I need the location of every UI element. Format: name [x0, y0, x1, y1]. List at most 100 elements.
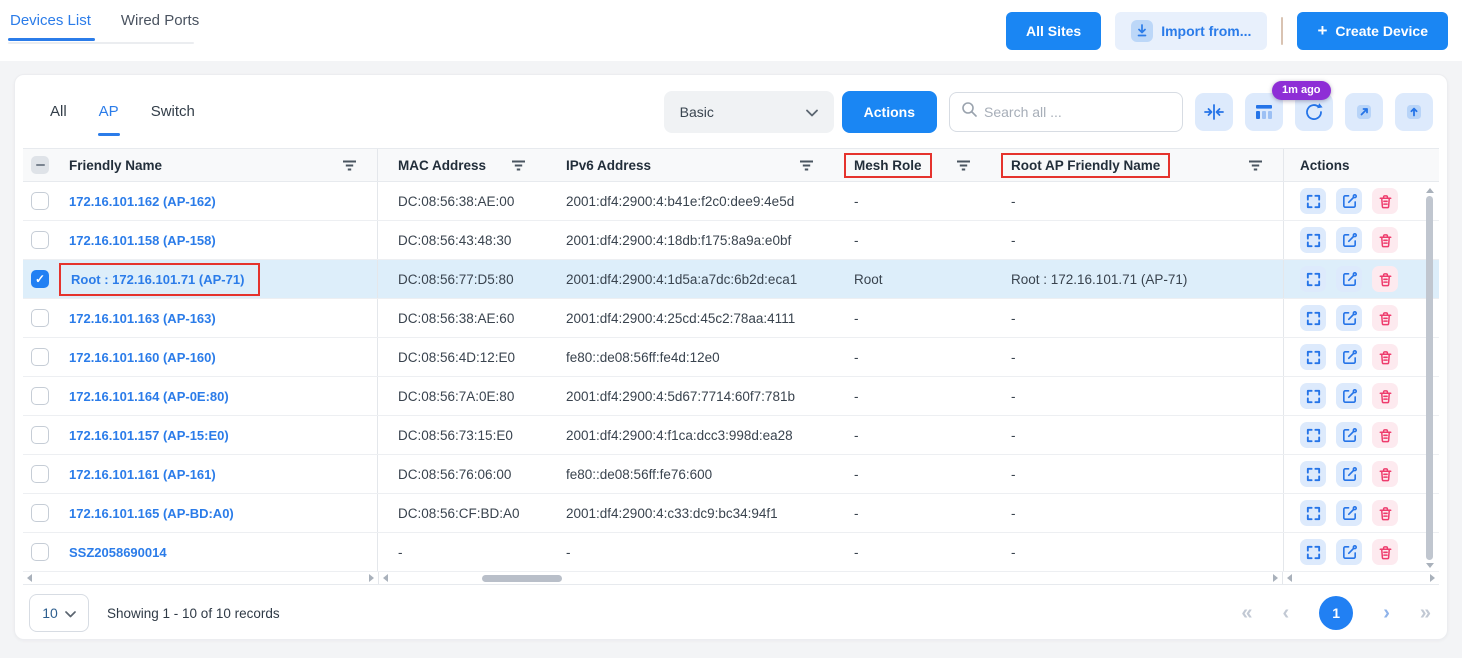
- delete-icon[interactable]: [1372, 227, 1398, 253]
- edit-icon[interactable]: [1336, 539, 1362, 565]
- col-header-friendly-name[interactable]: Friendly Name: [69, 158, 162, 173]
- delete-icon[interactable]: [1372, 188, 1398, 214]
- current-page-button[interactable]: 1: [1319, 596, 1353, 630]
- tab-all[interactable]: All: [49, 97, 68, 126]
- table-row[interactable]: 172.16.101.163 (AP-163) DC:08:56:38:AE:6…: [23, 299, 1439, 338]
- table-row[interactable]: 172.16.101.160 (AP-160) DC:08:56:4D:12:E…: [23, 338, 1439, 377]
- expand-icon[interactable]: [1300, 266, 1326, 292]
- edit-icon[interactable]: [1336, 422, 1362, 448]
- delete-icon[interactable]: [1372, 266, 1398, 292]
- delete-icon[interactable]: [1372, 461, 1398, 487]
- all-sites-button[interactable]: All Sites: [1006, 12, 1101, 50]
- col-header-mesh-role[interactable]: Mesh Role: [844, 153, 932, 178]
- col-header-root-ap[interactable]: Root AP Friendly Name: [1001, 153, 1170, 178]
- edit-icon[interactable]: [1336, 305, 1362, 331]
- expand-icon[interactable]: [1300, 461, 1326, 487]
- device-name-link[interactable]: 172.16.101.158 (AP-158): [69, 233, 216, 248]
- collapse-columns-icon[interactable]: [1195, 93, 1233, 131]
- edit-icon[interactable]: [1336, 461, 1362, 487]
- filter-icon[interactable]: [511, 159, 526, 172]
- filter-icon[interactable]: [1248, 159, 1263, 172]
- delete-icon[interactable]: [1372, 500, 1398, 526]
- expand-icon[interactable]: [1300, 188, 1326, 214]
- left-pane-scrollbar[interactable]: [23, 572, 378, 584]
- device-name-link[interactable]: SSZ2058690014: [69, 545, 167, 560]
- search-input[interactable]: [984, 104, 1171, 120]
- row-checkbox[interactable]: [31, 348, 49, 366]
- table-row[interactable]: 172.16.101.162 (AP-162) DC:08:56:38:AE:0…: [23, 182, 1439, 221]
- mac-address-cell: -: [378, 533, 546, 571]
- filter-icon[interactable]: [799, 159, 814, 172]
- expand-icon[interactable]: [1300, 422, 1326, 448]
- prev-page-icon[interactable]: ‹: [1283, 603, 1290, 623]
- filter-icon[interactable]: [956, 159, 971, 172]
- next-page-icon[interactable]: ›: [1383, 603, 1390, 623]
- device-name-link[interactable]: 172.16.101.161 (AP-161): [69, 467, 216, 482]
- edit-icon[interactable]: [1336, 383, 1362, 409]
- devices-table: Friendly Name MAC Address IPv6 Address M…: [23, 148, 1439, 585]
- row-checkbox[interactable]: [31, 504, 49, 522]
- row-checkbox[interactable]: [31, 543, 49, 561]
- device-name-link[interactable]: Root : 172.16.101.71 (AP-71): [71, 272, 244, 287]
- device-name-link[interactable]: 172.16.101.162 (AP-162): [69, 194, 216, 209]
- row-checkbox[interactable]: [31, 231, 49, 249]
- row-checkbox[interactable]: [31, 387, 49, 405]
- pagination: « ‹ 1 › »: [1241, 596, 1431, 630]
- device-name-link[interactable]: 172.16.101.164 (AP-0E:80): [69, 389, 229, 404]
- table-row[interactable]: Root : 172.16.101.71 (AP-71) DC:08:56:77…: [23, 260, 1439, 299]
- row-checkbox[interactable]: [31, 426, 49, 444]
- delete-icon[interactable]: [1372, 305, 1398, 331]
- filter-icon[interactable]: [342, 159, 357, 172]
- device-name-link[interactable]: 172.16.101.163 (AP-163): [69, 311, 216, 326]
- select-all-checkbox[interactable]: [31, 156, 49, 174]
- edit-icon[interactable]: [1336, 266, 1362, 292]
- open-external-icon[interactable]: [1345, 93, 1383, 131]
- last-page-icon[interactable]: »: [1420, 603, 1431, 623]
- table-row[interactable]: 172.16.101.164 (AP-0E:80) DC:08:56:7A:0E…: [23, 377, 1439, 416]
- vertical-scrollbar[interactable]: [1425, 188, 1434, 568]
- table-row[interactable]: SSZ2058690014 - - - -: [23, 533, 1439, 572]
- upload-icon[interactable]: [1395, 93, 1433, 131]
- actions-button[interactable]: Actions: [842, 91, 937, 133]
- create-device-button[interactable]: + Create Device: [1297, 12, 1448, 50]
- row-checkbox[interactable]: [31, 192, 49, 210]
- page-size-select[interactable]: 10: [29, 594, 89, 632]
- middle-pane-scrollbar[interactable]: [378, 572, 1283, 584]
- delete-icon[interactable]: [1372, 383, 1398, 409]
- expand-icon[interactable]: [1300, 305, 1326, 331]
- delete-icon[interactable]: [1372, 344, 1398, 370]
- tab-devices-list[interactable]: Devices List: [8, 12, 93, 43]
- expand-icon[interactable]: [1300, 344, 1326, 370]
- expand-icon[interactable]: [1300, 539, 1326, 565]
- table-row[interactable]: 172.16.101.157 (AP-15:E0) DC:08:56:73:15…: [23, 416, 1439, 455]
- expand-icon[interactable]: [1300, 500, 1326, 526]
- row-checkbox[interactable]: [31, 465, 49, 483]
- expand-icon[interactable]: [1300, 383, 1326, 409]
- table-row[interactable]: 172.16.101.161 (AP-161) DC:08:56:76:06:0…: [23, 455, 1439, 494]
- scrollbar-thumb[interactable]: [1426, 196, 1433, 560]
- tab-ap[interactable]: AP: [98, 97, 120, 126]
- edit-icon[interactable]: [1336, 188, 1362, 214]
- delete-icon[interactable]: [1372, 539, 1398, 565]
- edit-icon[interactable]: [1336, 500, 1362, 526]
- col-header-ipv6[interactable]: IPv6 Address: [566, 158, 651, 173]
- device-name-link[interactable]: 172.16.101.160 (AP-160): [69, 350, 216, 365]
- import-from-button[interactable]: Import from...: [1115, 12, 1267, 50]
- row-checkbox[interactable]: [31, 270, 49, 288]
- delete-icon[interactable]: [1372, 422, 1398, 448]
- first-page-icon[interactable]: «: [1241, 603, 1252, 623]
- right-pane-scrollbar[interactable]: [1283, 572, 1439, 584]
- row-checkbox[interactable]: [31, 309, 49, 327]
- edit-icon[interactable]: [1336, 344, 1362, 370]
- tab-switch[interactable]: Switch: [150, 97, 196, 126]
- table-row[interactable]: 172.16.101.158 (AP-158) DC:08:56:43:48:3…: [23, 221, 1439, 260]
- expand-icon[interactable]: [1300, 227, 1326, 253]
- edit-icon[interactable]: [1336, 227, 1362, 253]
- col-header-mac[interactable]: MAC Address: [398, 158, 486, 173]
- device-name-link[interactable]: 172.16.101.165 (AP-BD:A0): [69, 506, 234, 521]
- view-mode-select[interactable]: Basic: [664, 91, 834, 133]
- tab-wired-ports[interactable]: Wired Ports: [119, 12, 201, 43]
- table-row[interactable]: 172.16.101.165 (AP-BD:A0) DC:08:56:CF:BD…: [23, 494, 1439, 533]
- device-name-link[interactable]: 172.16.101.157 (AP-15:E0): [69, 428, 229, 443]
- scrollbar-thumb[interactable]: [482, 575, 562, 582]
